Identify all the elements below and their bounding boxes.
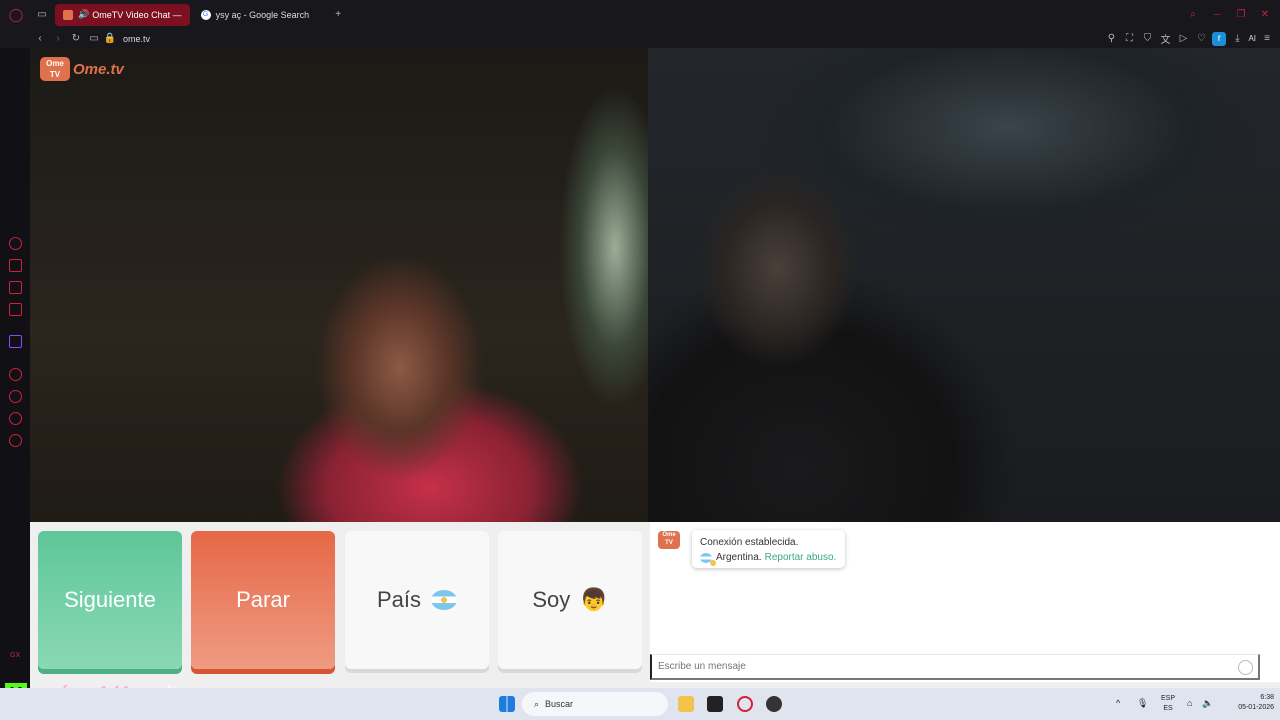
history-icon[interactable] (9, 390, 22, 403)
new-tab-icon[interactable]: + (331, 8, 345, 22)
minimize-icon[interactable]: – (1210, 8, 1224, 22)
connection-status: Conexión establecida. (700, 537, 799, 548)
close-icon[interactable]: ✕ (1258, 8, 1272, 22)
clock[interactable]: 6:38 05-01-2026 (1220, 693, 1274, 713)
argentina-flag-icon (431, 590, 458, 610)
network-icon[interactable]: ⌂ (1187, 698, 1192, 708)
forward-icon[interactable]: › (51, 32, 65, 46)
shield-icon[interactable]: ⛉ (1140, 32, 1154, 46)
tab-label: OmeTV Video Chat — (92, 9, 182, 20)
profile-avatar[interactable]: r (1212, 31, 1227, 46)
taskbar-search[interactable]: ⌕ Buscar (522, 692, 668, 716)
chat-panel: Ome TV Conexión establecida. Argentina. … (650, 522, 1280, 682)
camera-icon[interactable]: ▭ (87, 32, 101, 46)
next-button[interactable]: Siguiente (38, 531, 182, 669)
ometv-logo[interactable]: Ome TV Ome.tv (40, 57, 124, 81)
news-icon[interactable] (9, 303, 22, 316)
terminal-icon[interactable] (707, 696, 723, 712)
microphone-icon[interactable]: 🎙 (1137, 698, 1148, 709)
tab-google-search[interactable]: G ysy aç - Google Search (193, 4, 318, 26)
search-tabs-icon[interactable]: ⌕ (1186, 8, 1200, 22)
stop-label: Parar (236, 587, 290, 612)
player-icon[interactable] (9, 281, 22, 294)
ai-button[interactable]: AI (1248, 34, 1256, 43)
boy-face-icon: 👦 (580, 587, 608, 612)
google-favicon-icon: G (200, 9, 211, 20)
workspace-icon[interactable] (9, 259, 22, 272)
speaker-icon: 🔊 (78, 9, 90, 19)
ometv-favicon-icon (63, 9, 73, 20)
argentina-flag-icon (700, 552, 716, 566)
tabs-menu-icon[interactable]: ▭ (35, 8, 49, 22)
report-abuse-link[interactable]: Reportar abuso. (765, 550, 837, 565)
next-label: Siguiente (64, 587, 156, 612)
remote-video (648, 48, 1280, 522)
country-label: País (376, 587, 422, 612)
system-message: Conexión establecida. Argentina. Reporta… (692, 530, 845, 568)
file-explorer-icon[interactable] (678, 696, 694, 712)
download-icon[interactable]: ⤓ (1230, 32, 1244, 46)
taskbar: ⌕ Buscar ^ 🎙 ESP ES ⌂ 🔈 6:38 05-01-2026 (0, 688, 1280, 720)
tab-label: ysy aç - Google Search (215, 9, 310, 20)
windows-start-icon[interactable] (499, 696, 515, 712)
maximize-icon[interactable]: ❐ (1234, 8, 1248, 22)
translate-icon[interactable]: 文 (1158, 32, 1172, 46)
lock-icon: 🔒 (103, 33, 117, 44)
language-code: ESP (1161, 695, 1176, 702)
gender-button[interactable]: Soy 👦 (498, 531, 642, 669)
play-icon[interactable]: ▷ (1176, 32, 1190, 46)
settings-icon[interactable] (9, 434, 22, 447)
aria-icon[interactable] (9, 237, 22, 250)
extensions-icon[interactable] (9, 412, 22, 425)
search-placeholder: Buscar (545, 699, 574, 709)
logo-text: Ome.tv (73, 60, 124, 78)
gx-icon[interactable]: GX (10, 652, 20, 659)
partner-country: Argentina. (716, 552, 762, 563)
clock-time: 6:38 (1260, 694, 1274, 701)
heart-icon[interactable]: ♡ (1194, 32, 1208, 46)
stop-button[interactable]: Parar (191, 531, 335, 669)
browser-sidebar: GX (0, 48, 30, 688)
control-panel: Siguiente Parar País Soy 👦 Ome TV Conexi… (30, 522, 1280, 688)
back-icon[interactable]: ‹ (33, 32, 47, 46)
tray-overflow-icon[interactable]: ^ (1116, 698, 1120, 708)
message-input[interactable] (650, 654, 1260, 680)
pin-icon[interactable]: ⚲ (1104, 32, 1118, 46)
opera-logo-icon[interactable]: ◯ (9, 7, 24, 22)
logo-icon: Ome TV (40, 57, 70, 81)
country-button[interactable]: País (345, 531, 489, 669)
region-code: ES (1163, 705, 1173, 712)
menu-icon[interactable]: ≡ (1260, 32, 1274, 46)
twitch-icon[interactable] (9, 335, 22, 348)
local-video (30, 48, 648, 522)
address-bar: ‹ › ↻ ▭ 🔒 ome.tv ⚲ ⛶ ⛉ 文 ▷ ♡ r ⤓ AI ≡ (0, 29, 1280, 48)
search-icon: ⌕ (534, 698, 540, 709)
opera-gx-icon[interactable] (737, 696, 753, 712)
emoji-icon[interactable] (1238, 660, 1253, 675)
clock-date: 05-01-2026 (1238, 704, 1274, 711)
obs-icon[interactable] (766, 696, 782, 712)
url-field[interactable]: ome.tv (123, 34, 150, 44)
volume-icon[interactable]: 🔈 (1202, 698, 1213, 709)
chat-avatar: Ome TV (658, 531, 680, 549)
language-indicator[interactable]: ESP ES (1161, 694, 1175, 714)
tab-ometv[interactable]: 🔊 OmeTV Video Chat — (55, 3, 190, 26)
recent-icon[interactable] (9, 368, 22, 381)
snapshot-icon[interactable]: ⛶ (1122, 32, 1136, 46)
browser-title-bar: ◯ ▭ 🔊 OmeTV Video Chat — G ysy aç - Goog… (0, 0, 1280, 29)
reload-icon[interactable]: ↻ (69, 32, 83, 46)
gender-label: Soy (532, 587, 571, 612)
